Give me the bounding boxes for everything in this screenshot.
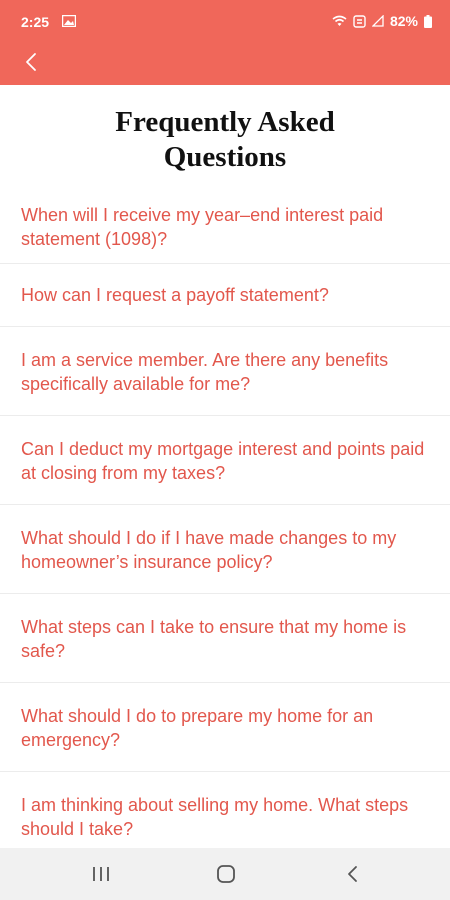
back-icon[interactable] [341,862,365,886]
status-icons: 82% [332,13,432,29]
battery-icon [424,14,432,28]
back-button[interactable] [18,48,46,76]
home-icon[interactable] [214,862,238,886]
faq-item[interactable]: Can I deduct my mortgage interest and po… [0,416,450,505]
signal-icon [371,15,384,27]
faq-list: When will I receive my year–end interest… [0,191,450,848]
recent-apps-icon[interactable] [89,862,113,886]
page-title: Frequently Asked Questions [0,105,450,175]
faq-item[interactable]: How can I request a payoff statement? [0,264,450,327]
faq-item[interactable]: When will I receive my year–end interest… [0,191,450,264]
page-title-line2: Questions [163,141,287,173]
wifi-icon [332,15,347,26]
faq-content: Frequently Asked Questions When will I r… [0,85,450,848]
image-icon [62,15,76,27]
faq-item[interactable]: I am a service member. Are there any ben… [0,327,450,416]
app-header: 2:25 82% [0,0,450,85]
battery-percentage: 82% [389,13,418,29]
system-nav-bar [0,848,450,900]
page-title-line1: Frequently Asked [115,106,335,138]
faq-item[interactable]: What should I do to prepare my home for … [0,683,450,772]
status-time: 2:25 [21,14,50,30]
data-sync-icon [353,14,366,28]
faq-item[interactable]: What steps can I take to ensure that my … [0,594,450,683]
faq-item[interactable]: I am thinking about selling my home. Wha… [0,772,450,848]
status-bar: 2:25 82% [0,0,450,42]
faq-item[interactable]: What should I do if I have made changes … [0,505,450,594]
